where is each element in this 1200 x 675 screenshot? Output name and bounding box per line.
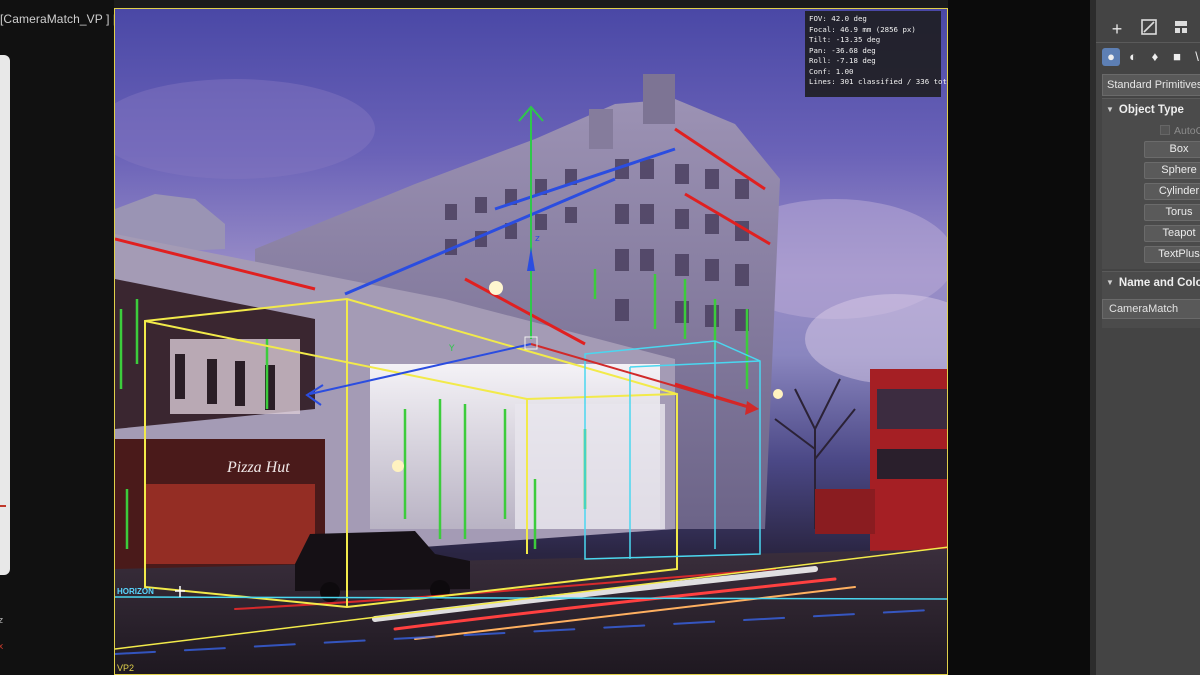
chimney bbox=[643, 74, 675, 124]
street-lamp-light bbox=[489, 281, 503, 295]
geometry-icon[interactable]: ● bbox=[1102, 48, 1120, 66]
street-lamp-light bbox=[773, 389, 783, 399]
bus-window bbox=[877, 389, 947, 429]
hud-lines: Lines: 301 classified / 336 total bbox=[809, 77, 948, 86]
bright-shop-window-2 bbox=[515, 404, 665, 529]
shop-sign: Pizza Hut bbox=[226, 459, 290, 476]
gizmo-y-label: Y bbox=[448, 344, 455, 354]
cab-wheel bbox=[320, 582, 340, 602]
object-type-title: Object Type bbox=[1118, 104, 1184, 116]
hud-conf: Conf: 1.00 bbox=[809, 66, 854, 76]
name-color-header[interactable]: ▼ Name and Color bbox=[1102, 272, 1200, 294]
left-panel-area: z x bbox=[0, 0, 114, 675]
panel-divider bbox=[1096, 42, 1200, 43]
hud-tilt: Tilt: -13.35 deg bbox=[809, 35, 881, 44]
gizmo-z-label: z bbox=[535, 234, 540, 244]
command-panel: + ● ◐ ♦ ■ \ Standard Primitives ▼ Object … bbox=[1090, 0, 1200, 675]
collapse-triangle-icon: ▼ bbox=[1106, 105, 1114, 114]
hud-roll: Roll: -7.18 deg bbox=[809, 56, 876, 65]
helpers-icon[interactable]: \ bbox=[1188, 48, 1200, 66]
chimney bbox=[589, 109, 613, 149]
collapse-triangle-icon: ▼ bbox=[1106, 278, 1114, 287]
hud-fov: FOV: 42.0 deg bbox=[809, 14, 867, 23]
left-axis-tick bbox=[0, 505, 6, 507]
sphere-button[interactable]: Sphere bbox=[1144, 162, 1200, 179]
box-button[interactable]: Box bbox=[1144, 141, 1200, 158]
textplus-button[interactable]: TextPlus bbox=[1144, 246, 1200, 263]
checkbox-icon bbox=[1160, 125, 1170, 135]
object-type-header[interactable]: ▼ Object Type bbox=[1102, 99, 1200, 121]
left-axis-x: x bbox=[0, 642, 4, 652]
lights-icon[interactable]: ♦ bbox=[1146, 48, 1164, 66]
autogrid-checkbox[interactable]: AutoGrid bbox=[1160, 125, 1200, 137]
object-type-rollout: ▼ Object Type AutoGrid Box Sphere Cylinde… bbox=[1102, 98, 1200, 269]
hierarchy-icon[interactable] bbox=[1170, 18, 1192, 40]
teapot-button[interactable]: Teapot bbox=[1144, 225, 1200, 242]
create-category-row: ● ◐ ♦ ■ \ bbox=[1100, 46, 1200, 68]
hud-focal: Focal: 46.9 mm (2856 px) bbox=[809, 24, 916, 34]
left-axis-z: z bbox=[0, 616, 4, 626]
primitive-type-dropdown[interactable]: Standard Primitives bbox=[1102, 74, 1200, 96]
cloud bbox=[115, 79, 375, 179]
viewport-corner-label: VP2 bbox=[117, 663, 135, 673]
cameras-icon[interactable]: ■ bbox=[1168, 48, 1186, 66]
torus-button[interactable]: Torus bbox=[1144, 204, 1200, 221]
object-name-field[interactable]: CameraMatch bbox=[1102, 299, 1200, 319]
viewport-scene: Pizza Hut z Y bbox=[115, 74, 947, 674]
command-panel-tabs: + bbox=[1096, 8, 1200, 46]
modify-icon[interactable] bbox=[1138, 18, 1160, 40]
cylinder-button[interactable]: Cylinder bbox=[1144, 183, 1200, 200]
street-lamp-light bbox=[392, 460, 404, 472]
pizza-shop-interior bbox=[145, 484, 315, 564]
camera-match-readout: FOV: 42.0 deg Focal: 46.9 mm (2856 px) T… bbox=[805, 11, 948, 97]
viewport-right-gap bbox=[948, 0, 1090, 675]
plus-icon[interactable]: + bbox=[1106, 18, 1128, 40]
bus-far bbox=[815, 489, 875, 534]
bus-window bbox=[877, 449, 947, 479]
left-docked-panel[interactable] bbox=[0, 55, 10, 575]
name-color-rollout: ▼ Name and Color CameraMatch bbox=[1102, 271, 1200, 328]
shapes-icon[interactable]: ◐ bbox=[1124, 48, 1142, 66]
horizon-label: HORIZON bbox=[117, 587, 154, 596]
hud-pan: Pan: -36.68 deg bbox=[809, 45, 876, 55]
name-color-title: Name and Color bbox=[1118, 277, 1200, 289]
camera-viewport[interactable]: Pizza Hut z Y FOV: 42.0 deg Focal: 46.9 … bbox=[114, 8, 948, 675]
autogrid-label: AutoGrid bbox=[1174, 125, 1200, 137]
